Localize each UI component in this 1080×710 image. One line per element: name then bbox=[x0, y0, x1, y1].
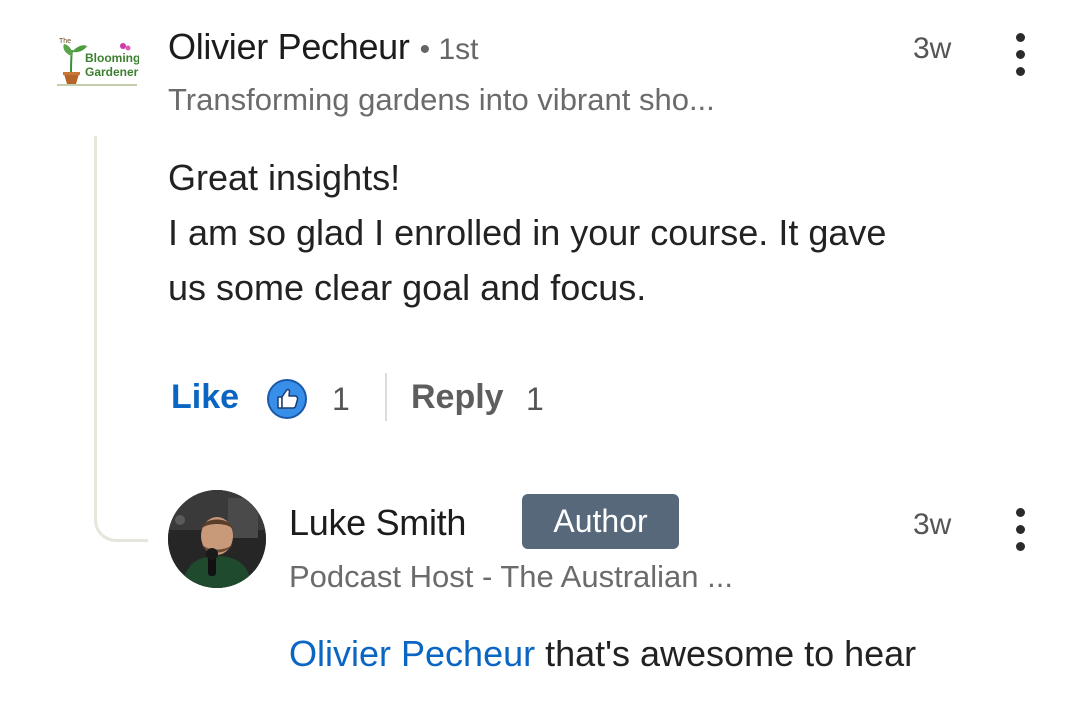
author-badge: Author bbox=[522, 494, 679, 549]
thread-connector-line bbox=[94, 136, 148, 542]
svg-text:The: The bbox=[59, 38, 71, 45]
reply-timestamp: 3w bbox=[913, 508, 952, 541]
connection-degree: • 1st bbox=[419, 33, 479, 66]
thumbs-up-icon bbox=[266, 378, 308, 420]
commenter-name[interactable]: Olivier Pecheur bbox=[168, 26, 410, 68]
comment-body-line: Great insights! bbox=[168, 157, 401, 198]
action-divider bbox=[385, 373, 387, 421]
reply-button[interactable]: Reply bbox=[411, 378, 504, 417]
more-options-icon[interactable] bbox=[1013, 508, 1027, 551]
reply-author-name[interactable]: Luke Smith bbox=[289, 502, 466, 544]
svg-text:Blooming: Blooming bbox=[85, 51, 139, 65]
reply-body-text: that's awesome to hear bbox=[535, 633, 917, 674]
reply-author-avatar[interactable] bbox=[168, 490, 266, 588]
comment-timestamp: 3w bbox=[913, 32, 952, 65]
blooming-gardeners-logo-avatar[interactable]: The Blooming Gardeners bbox=[55, 34, 145, 88]
like-button[interactable]: Like bbox=[171, 378, 239, 417]
like-count: 1 bbox=[332, 381, 350, 417]
mention-link[interactable]: Olivier Pecheur bbox=[289, 633, 535, 674]
reply-body: Olivier Pecheur that's awesome to hear bbox=[289, 626, 916, 681]
comment-body-line: us some clear goal and focus. bbox=[168, 267, 647, 308]
comment-body: Great insights! I am so glad I enrolled … bbox=[168, 150, 1048, 315]
comment-header: Olivier Pecheur • 1st bbox=[168, 26, 478, 68]
comment-body-line: I am so glad I enrolled in your course. … bbox=[168, 212, 887, 253]
commenter-headline: Transforming gardens into vibrant sho... bbox=[168, 82, 715, 117]
more-options-icon[interactable] bbox=[1013, 33, 1027, 76]
reply-count: 1 bbox=[526, 381, 544, 417]
svg-text:Gardeners: Gardeners bbox=[85, 65, 139, 79]
reply-author-headline: Podcast Host - The Australian ... bbox=[289, 559, 733, 594]
